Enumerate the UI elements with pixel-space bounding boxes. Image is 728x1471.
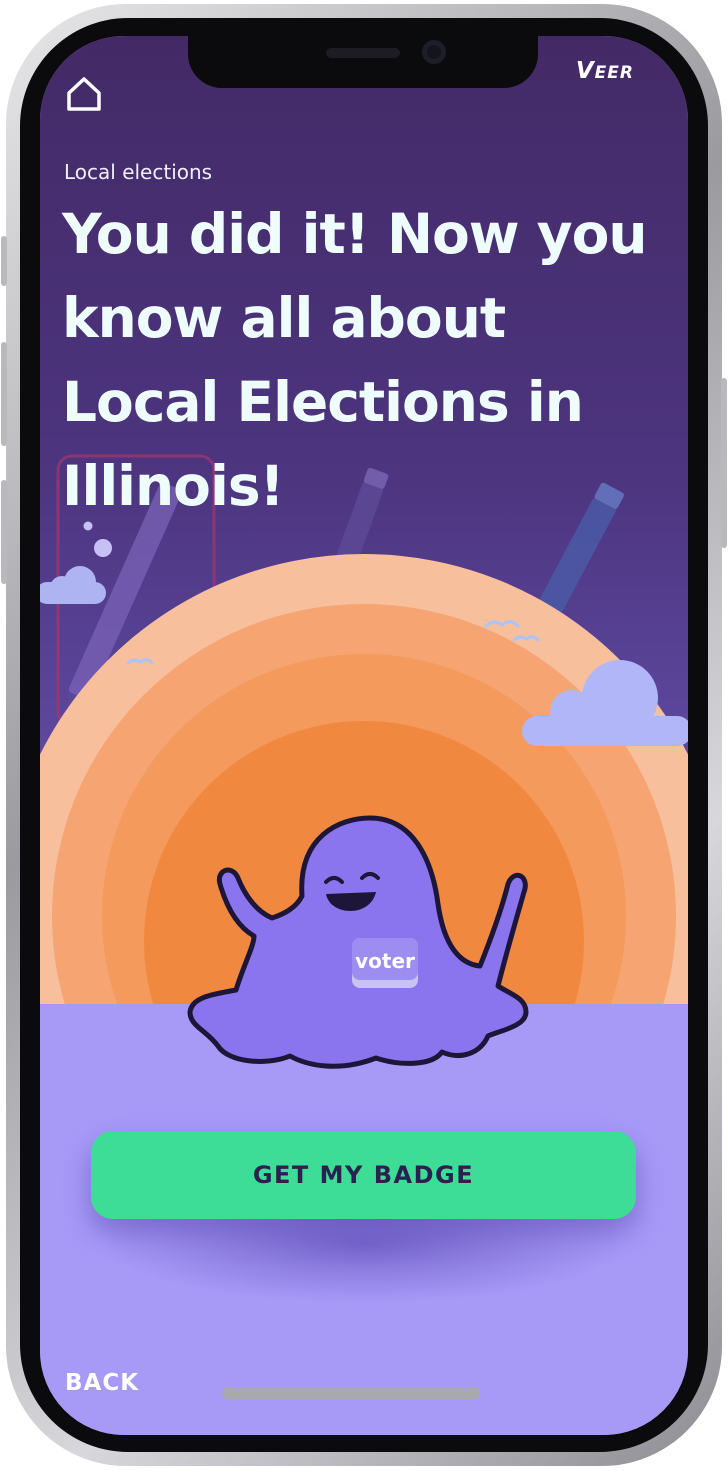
get-badge-button[interactable]: GET MY BADGE <box>91 1131 636 1219</box>
completion-headline: You did it! Now you know all about Local… <box>62 202 648 518</box>
home-icon[interactable] <box>64 74 104 114</box>
brand-logo: VEER <box>576 58 634 84</box>
front-camera <box>422 40 446 64</box>
app-screen: voter VEER Local elections You did it! N… <box>40 36 688 1435</box>
back-button[interactable]: BACK <box>65 1370 139 1396</box>
section-label: Local elections <box>64 160 213 184</box>
badge-text: voter <box>355 949 415 973</box>
home-indicator[interactable] <box>222 1387 480 1399</box>
mute-button <box>1 480 7 584</box>
volume-up-button <box>1 236 7 286</box>
brand-logo-rest: EER <box>594 63 634 83</box>
notch <box>188 36 538 88</box>
brand-logo-initial: V <box>575 58 595 84</box>
volume-down-button <box>1 342 7 446</box>
power-button <box>721 378 727 548</box>
bubble <box>94 539 112 557</box>
earpiece-speaker <box>326 48 400 58</box>
